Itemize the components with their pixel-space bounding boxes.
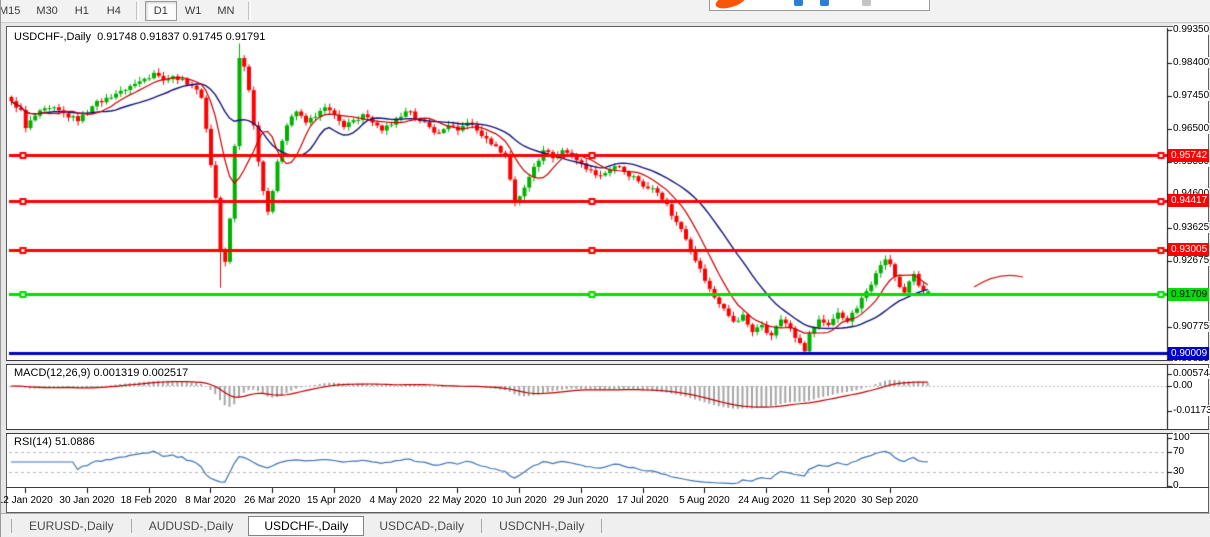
tab-separator bbox=[131, 519, 132, 533]
panel-separator[interactable] bbox=[6, 429, 1209, 434]
panel-frame-line bbox=[6, 487, 1209, 488]
tab-eurusd[interactable]: EURUSD-,Daily bbox=[14, 517, 129, 535]
tab-separator bbox=[601, 519, 602, 533]
panel-separator[interactable] bbox=[6, 360, 1209, 365]
chart-canvas[interactable] bbox=[1, 0, 1210, 537]
tab-separator bbox=[481, 519, 482, 533]
tab-usdcnh[interactable]: USDCNH-,Daily bbox=[484, 517, 599, 535]
tab-audusd[interactable]: AUDUSD-,Daily bbox=[134, 517, 249, 535]
tab-separator bbox=[11, 519, 12, 533]
chart-tabs: EURUSD-,DailyAUDUSD-,DailyUSDCHF-,DailyU… bbox=[1, 513, 1210, 537]
tab-usdcad[interactable]: USDCAD-,Daily bbox=[364, 517, 479, 535]
trading-terminal: M15M30H1H4D1W1MN USDCHF-,Daily 0.91748 0… bbox=[0, 0, 1210, 537]
tab-usdchf[interactable]: USDCHF-,Daily bbox=[248, 516, 364, 536]
